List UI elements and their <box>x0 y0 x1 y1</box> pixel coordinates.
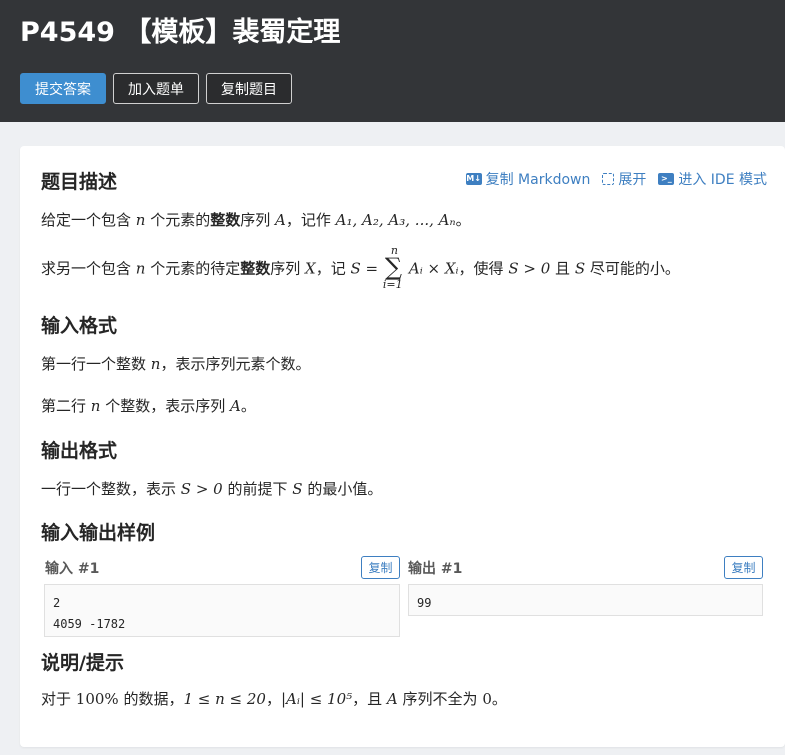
markdown-icon: M↓ <box>465 173 482 185</box>
input-line-1: 第一行一个整数 n，表示序列元素个数。 <box>41 355 311 373</box>
copy-markdown-link[interactable]: M↓ 复制 Markdown <box>465 169 591 189</box>
sample-output-box[interactable]: 99 <box>408 584 763 616</box>
terminal-icon: >_ <box>658 173 675 185</box>
hint-line: 对于 100% 的数据，1 ≤ n ≤ 20，|Aᵢ| ≤ 10⁵，且 A 序列… <box>41 690 507 708</box>
copy-input-button[interactable]: 复制 <box>361 556 400 579</box>
samples-title: 输入输出样例 <box>41 522 156 544</box>
sum-symbol: n ∑ i=1 <box>382 244 403 291</box>
ide-mode-label: 进入 IDE 模式 <box>678 172 767 188</box>
problem-toolbar: M↓ 复制 Markdown 展开 >_ 进入 IDE 模式 <box>465 169 767 189</box>
description-line-2: 求另一个包含 n 个元素的待定整数序列 X，记 S = n ∑ i=1 Aᵢ × Xᵢ… <box>41 244 680 291</box>
sample-output-label: 输出 #1 <box>408 561 463 577</box>
description-line-1: 给定一个包含 n 个元素的整数序列 A，记作 A₁, A₂, A₃, ..., … <box>41 211 471 229</box>
input-format-title: 输入格式 <box>41 315 118 337</box>
submit-button[interactable]: 提交答案 <box>20 73 106 104</box>
description-title: 题目描述 <box>41 171 118 193</box>
input-line-2: 第二行 n 个整数，表示序列 A。 <box>41 397 256 415</box>
output-line-1: 一行一个整数，表示 S > 0 的前提下 S 的最小值。 <box>41 480 383 498</box>
expand-link[interactable]: 展开 <box>602 169 646 189</box>
add-to-list-button[interactable]: 加入题单 <box>113 73 199 104</box>
page-header: P4549 【模板】裴蜀定理 提交答案 加入题单 复制题目 <box>0 0 785 122</box>
sample-input-box[interactable]: 2 4059 -1782 <box>44 584 400 637</box>
page-title: P4549 【模板】裴蜀定理 <box>20 17 341 48</box>
copy-markdown-label: 复制 Markdown <box>485 172 591 188</box>
problem-card: 题目描述 M↓ 复制 Markdown 展开 >_ 进入 IDE 模式 给定一个… <box>20 146 785 747</box>
expand-icon <box>602 173 615 185</box>
sample-input-label: 输入 #1 <box>45 561 100 577</box>
expand-label: 展开 <box>618 172 647 188</box>
copy-output-button[interactable]: 复制 <box>724 556 763 579</box>
output-format-title: 输出格式 <box>41 440 118 462</box>
ide-mode-link[interactable]: >_ 进入 IDE 模式 <box>658 169 767 189</box>
hint-title: 说明/提示 <box>41 652 124 674</box>
copy-problem-button[interactable]: 复制题目 <box>206 73 292 104</box>
